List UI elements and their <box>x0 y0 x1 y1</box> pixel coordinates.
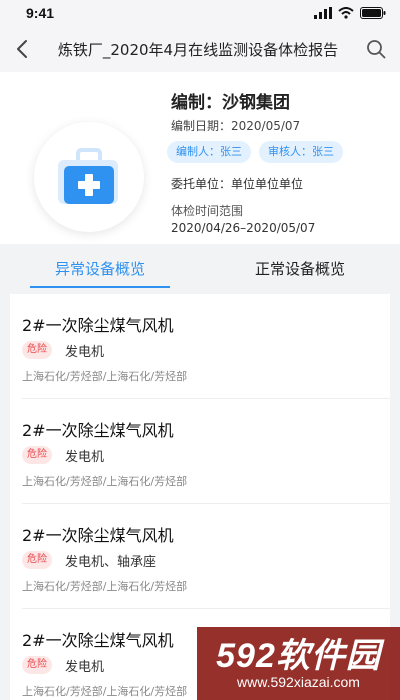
device-name: 2#一次除尘煤气风机 <box>22 316 174 335</box>
overview-tabs: 异常设备概览 正常设备概览 <box>0 246 400 290</box>
search-icon <box>367 40 386 59</box>
device-parts: 发电机 <box>65 345 105 360</box>
device-parts: 发电机 <box>65 660 105 675</box>
tab-normal-devices[interactable]: 正常设备概览 <box>200 246 400 290</box>
back-button[interactable] <box>0 26 44 72</box>
time-range-value: 2020/04/26–2020/05/07 <box>171 221 316 235</box>
list-item[interactable]: 2#一次除尘煤气风机 危险 发电机 上海石化/芳烃部/上海石化/芳烃部 <box>10 399 390 504</box>
medical-kit-icon <box>58 148 118 204</box>
tab-abnormal-devices[interactable]: 异常设备概览 <box>0 246 200 290</box>
device-path: 上海石化/芳烃部/上海石化/芳烃部 <box>22 475 188 488</box>
device-parts: 发电机、轴承座 <box>65 555 157 570</box>
danger-badge: 危险 <box>22 656 52 674</box>
danger-badge: 危险 <box>22 446 52 464</box>
time-range-label: 体检时间范围 <box>171 204 244 218</box>
client-unit: 委托单位：单位单位单位 <box>171 177 304 191</box>
search-button[interactable] <box>352 26 400 72</box>
device-name: 2#一次除尘煤气风机 <box>22 631 174 650</box>
site-watermark: 592软件园 www.592xiazai.com <box>197 627 400 700</box>
signal-icon <box>314 7 332 19</box>
report-date: 编制日期：2020/05/07 <box>171 119 301 133</box>
device-path: 上海石化/芳烃部/上海石化/芳烃部 <box>22 685 188 698</box>
report-avatar <box>34 122 144 232</box>
device-parts: 发电机 <box>65 450 105 465</box>
battery-icon <box>360 7 386 19</box>
people-chips: 编制人：张三 审核人：张三 <box>167 141 343 163</box>
danger-badge: 危险 <box>22 551 52 569</box>
report-author: 编制：沙钢集团 <box>171 93 290 113</box>
device-path: 上海石化/芳烃部/上海石化/芳烃部 <box>22 370 188 383</box>
wifi-icon <box>338 7 354 19</box>
watermark-url: www.592xiazai.com <box>237 673 360 690</box>
compiler-chip: 编制人：张三 <box>167 141 251 163</box>
status-bar: 9:41 <box>0 0 400 26</box>
list-item[interactable]: 2#一次除尘煤气风机 危险 发电机、轴承座 上海石化/芳烃部/上海石化/芳烃部 <box>10 504 390 609</box>
status-time: 9:41 <box>26 5 55 21</box>
device-name: 2#一次除尘煤气风机 <box>22 526 174 545</box>
chevron-left-icon <box>17 40 27 58</box>
list-item[interactable]: 2#一次除尘煤气风机 危险 发电机 上海石化/芳烃部/上海石化/芳烃部 <box>10 294 390 399</box>
report-header: 编制：沙钢集团 编制日期：2020/05/07 编制人：张三 审核人：张三 委托… <box>0 72 400 244</box>
page-title: 炼铁厂_2020年4月在线监测设备体检报告 <box>57 40 339 59</box>
device-path: 上海石化/芳烃部/上海石化/芳烃部 <box>22 580 188 593</box>
reviewer-chip: 审核人：张三 <box>259 141 343 163</box>
nav-bar: 炼铁厂_2020年4月在线监测设备体检报告 <box>0 26 400 72</box>
danger-badge: 危险 <box>22 341 52 359</box>
device-name: 2#一次除尘煤气风机 <box>22 421 174 440</box>
status-icons <box>314 7 386 19</box>
watermark-brand: 592软件园 <box>216 636 381 675</box>
